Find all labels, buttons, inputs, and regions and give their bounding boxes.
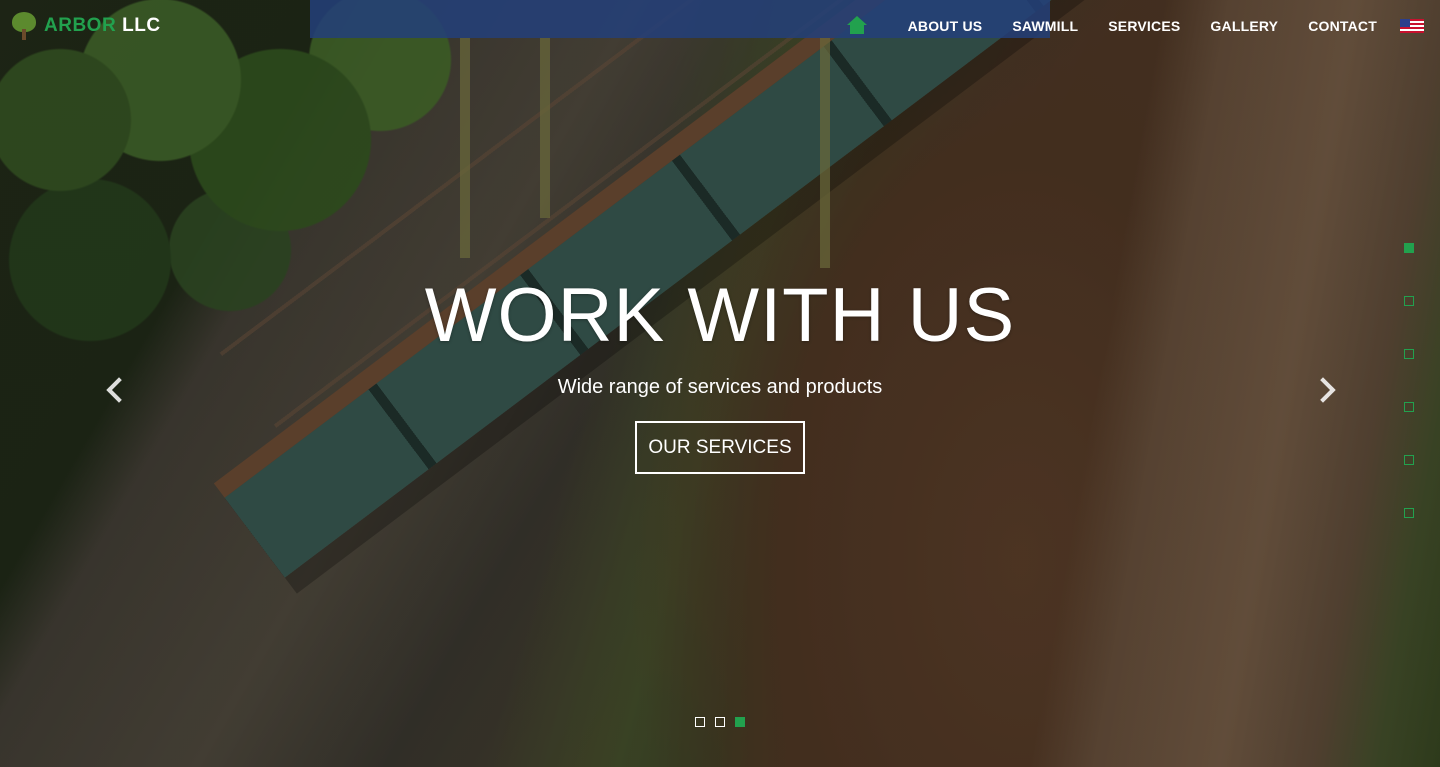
side-nav-dot[interactable]: [1404, 455, 1414, 465]
nav-item-contact[interactable]: CONTACT: [1308, 18, 1377, 34]
hero-title: WORK WITH US: [424, 273, 1016, 358]
carousel-indicator[interactable]: [715, 717, 725, 727]
brand-name-secondary: LLC: [122, 15, 161, 36]
side-nav-dot[interactable]: [1404, 508, 1414, 518]
chevron-left-icon[interactable]: [100, 375, 130, 405]
top-navbar: ARBOR LLC ABOUT US SAWMILL SERVICES GALL…: [0, 0, 1440, 52]
tree-icon: [10, 12, 38, 40]
side-section-nav: [1404, 243, 1414, 561]
home-icon[interactable]: [846, 16, 867, 36]
hero-subtitle: Wide range of services and products: [557, 376, 883, 398]
carousel-indicator[interactable]: [735, 717, 745, 727]
brand-logo[interactable]: ARBOR LLC: [10, 12, 161, 40]
main-menu: ABOUT US SAWMILL SERVICES GALLERY CONTAC…: [846, 16, 1424, 36]
hero-slider: ARBOR LLC ABOUT US SAWMILL SERVICES GALL…: [0, 0, 1440, 767]
side-nav-dot[interactable]: [1404, 243, 1414, 253]
side-nav-dot[interactable]: [1404, 402, 1414, 412]
side-nav-dot[interactable]: [1404, 349, 1414, 359]
nav-item-about-us[interactable]: ABOUT US: [908, 18, 983, 34]
carousel-indicators: [695, 717, 755, 727]
chevron-right-icon[interactable]: [1312, 375, 1342, 405]
nav-item-gallery[interactable]: GALLERY: [1210, 18, 1278, 34]
carousel-indicator[interactable]: [695, 717, 705, 727]
nav-item-sawmill[interactable]: SAWMILL: [1012, 18, 1078, 34]
our-services-button[interactable]: OUR SERVICES: [635, 421, 805, 474]
brand-name-primary: ARBOR: [44, 15, 117, 36]
us-flag-icon[interactable]: [1400, 19, 1424, 33]
nav-item-services[interactable]: SERVICES: [1108, 18, 1180, 34]
side-nav-dot[interactable]: [1404, 296, 1414, 306]
